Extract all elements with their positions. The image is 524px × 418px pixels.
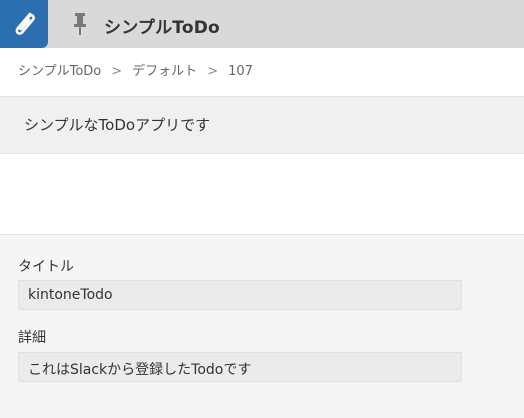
breadcrumb-separator: > — [207, 64, 219, 79]
field-label-title: タイトル — [18, 259, 74, 275]
app-icon[interactable] — [0, 0, 48, 48]
app-title: シンプルToDo — [104, 18, 220, 38]
record-detail: タイトル kintoneTodo 詳細 これはSlackから登録したTodoです — [0, 234, 524, 418]
field-value-detail: これはSlackから登録したTodoです — [18, 352, 462, 382]
breadcrumb-item-app[interactable]: シンプルToDo — [18, 60, 101, 79]
app-header: シンプルToDo — [0, 0, 524, 48]
app-description-band: シンプルなToDoアプリです — [0, 96, 524, 154]
field-value-title: kintoneTodo — [18, 280, 462, 310]
app-description: シンプルなToDoアプリです — [24, 116, 211, 134]
field-label-detail: 詳細 — [18, 330, 46, 346]
breadcrumb: シンプルToDo > デフォルト >107 — [18, 60, 253, 79]
breadcrumb-item-record: 107 — [228, 64, 253, 79]
paperclip-icon — [15, 12, 35, 35]
breadcrumb-item-view[interactable]: デフォルト — [132, 60, 197, 79]
breadcrumb-separator: > — [111, 64, 123, 79]
pin-icon[interactable] — [72, 12, 88, 36]
page: シンプルToDo シンプルToDo > デフォルト >107 シンプルなToDoアプリ… — [0, 0, 524, 418]
